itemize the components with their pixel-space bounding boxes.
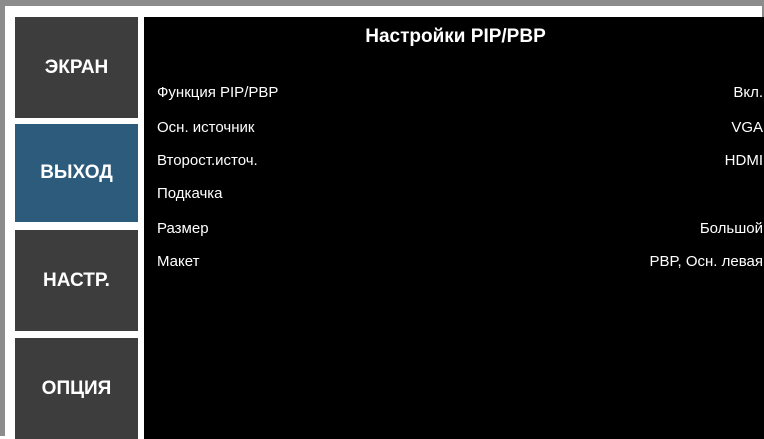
setting-row-pip-pbp-function[interactable]: Функция PIP/PBP Вкл. [157,82,763,104]
settings-panel: Настройки PIP/PBP Функция PIP/PBP Вкл. О… [144,17,764,439]
setting-value: HDMI [724,152,763,169]
setting-row-swap[interactable]: Подкачка [157,183,763,205]
setting-row-main-source[interactable]: Осн. источник VGA [157,117,763,139]
setting-label: Второст.источ. [157,152,258,169]
setting-value: PBP, Осн. левая [649,253,763,270]
osd-frame: ЭКРАН ВЫХОД НАСТР. ОПЦИЯ Настройки PIP/P… [0,0,764,439]
sidebar-item-label: ВЫХОД [40,162,113,183]
panel-title: Настройки PIP/PBP [365,26,546,47]
sidebar-item-label: НАСТР. [43,269,110,291]
setting-value: Большой [699,220,763,237]
setting-row-secondary-source[interactable]: Второст.источ. HDMI [157,150,763,172]
sidebar-item-label: ЭКРАН [44,56,109,78]
sidebar-item-settings[interactable]: НАСТР. [15,230,138,331]
setting-label: Макет [157,253,200,270]
setting-label: Размер [157,220,209,237]
osd-sidebar: ЭКРАН ВЫХОД НАСТР. ОПЦИЯ [15,17,138,439]
sidebar-item-label: ОПЦИЯ [41,377,112,399]
setting-row-size[interactable]: Размер Большой [157,218,763,240]
sidebar-item-output[interactable]: ВЫХОД [15,124,138,222]
setting-label: Подкачка [157,185,223,202]
setting-label: Функция PIP/PBP [157,84,279,101]
sidebar-item-option[interactable]: ОПЦИЯ [15,338,138,439]
setting-label: Осн. источник [157,119,255,136]
setting-value: VGA [731,119,763,136]
setting-value: Вкл. [733,84,763,101]
setting-row-layout[interactable]: Макет PBP, Осн. левая [157,251,763,273]
sidebar-item-screen[interactable]: ЭКРАН [15,17,138,118]
